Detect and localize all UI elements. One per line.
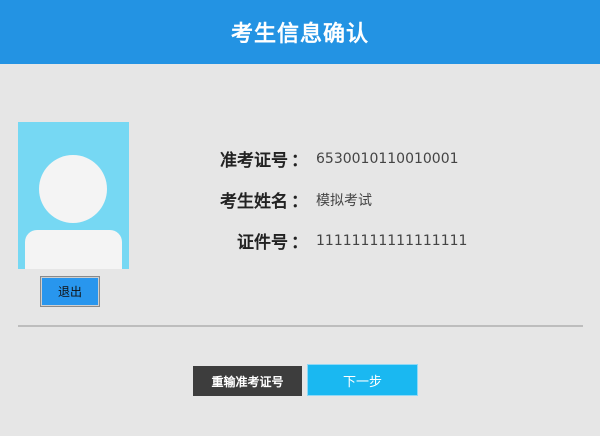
admission-number-label: 准考证号 (220, 151, 288, 171)
candidate-photo (18, 122, 129, 269)
info-row-candidate-name: 考生姓名 ： 模拟考试 (178, 187, 372, 212)
id-number-value: 11111111111111111 (316, 232, 468, 249)
page-title: 考生信息确认 (230, 22, 369, 47)
next-step-button[interactable]: 下一步 (307, 364, 418, 396)
admission-number-value: 6530010110010001 (316, 150, 459, 167)
avatar-body-icon (25, 230, 122, 269)
avatar-head-icon (39, 155, 107, 223)
id-number-label: 证件号 (237, 233, 288, 253)
page-header: 考生信息确认 (0, 0, 600, 64)
info-row-admission-number: 准考证号 ： 6530010110010001 (178, 146, 459, 172)
candidate-name-label: 考生姓名 (220, 192, 288, 212)
exit-button[interactable]: 退出 (40, 276, 100, 307)
colon: ： (291, 192, 308, 212)
divider (18, 325, 583, 327)
info-row-id-number: 证件号 ： 11111111111111111 (178, 228, 468, 254)
colon: ： (291, 233, 308, 253)
colon: ： (291, 151, 308, 171)
reenter-admission-number-button[interactable]: 重输准考证号 (193, 366, 302, 396)
candidate-name-value: 模拟考试 (316, 192, 372, 209)
